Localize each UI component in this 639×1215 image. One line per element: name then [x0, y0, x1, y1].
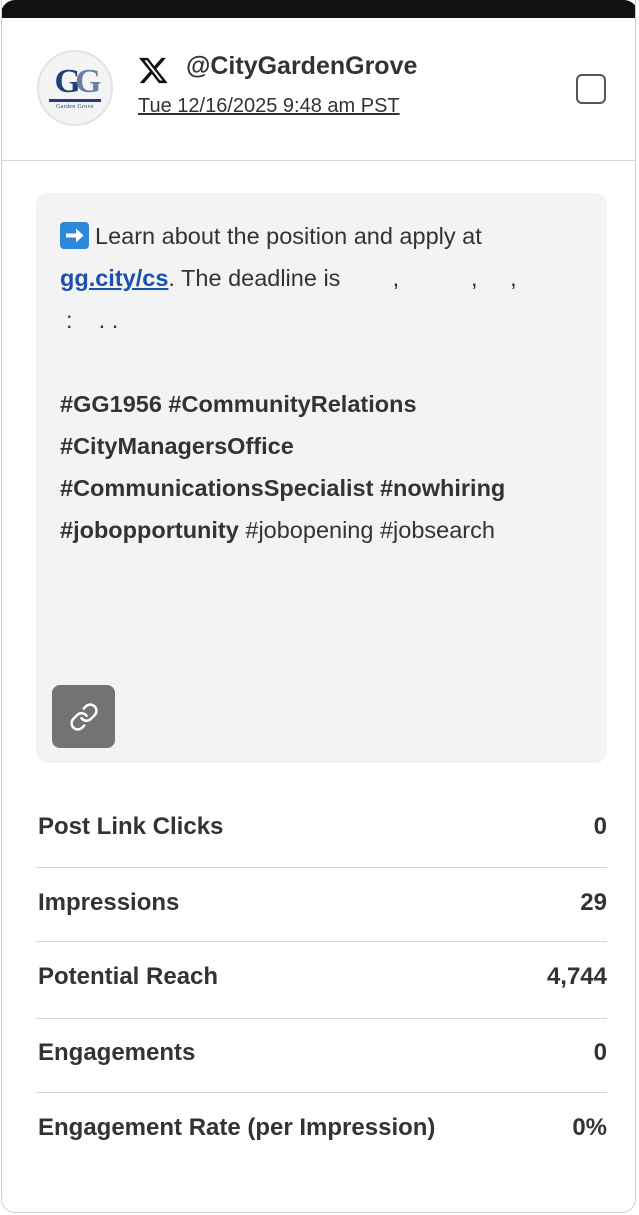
select-checkbox[interactable] [576, 74, 606, 104]
x-logo-icon [138, 57, 168, 84]
stat-row-impressions: Impressions 29 [36, 868, 607, 942]
stat-label: Impressions [38, 889, 180, 916]
post-link[interactable]: gg.city/cs [60, 265, 168, 291]
stat-value: 0 [593, 813, 607, 840]
open-link-button[interactable] [52, 685, 115, 748]
stat-label: Engagement Rate (per Impression) [38, 1114, 436, 1141]
stat-value: 0% [572, 1114, 607, 1141]
stat-label: Post Link Clicks [38, 813, 224, 840]
stat-label: Engagements [38, 1039, 196, 1066]
hashtags-line-1: #GG1956 #CommunityRelations [60, 391, 417, 417]
stat-row-engagements: Engagements 0 [36, 1019, 607, 1093]
stat-row-engagement-rate: Engagement Rate (per Impression) 0% [36, 1093, 607, 1167]
stat-value: 29 [580, 889, 607, 916]
stat-value: 0 [593, 1039, 607, 1066]
hashtags-line-4: #jobopportunity #jobopening #jobsearch [60, 509, 583, 551]
hashtags-line-2: #CityManagersOffice [60, 433, 294, 459]
post-line-2: gg.city/cs. The deadline is , , , [60, 257, 583, 299]
stat-value: 4,744 [546, 963, 607, 990]
post-stats: Post Link Clicks 0 Impressions 29 Potent… [36, 790, 607, 1167]
right-arrow-emoji-icon [60, 222, 89, 249]
post-card: GG Garden Grove @CityGardenGrove Tue 12/… [1, 0, 636, 1213]
post-timestamp-link[interactable]: Tue 12/16/2025 9:48 am PST [138, 95, 400, 118]
stat-label: Potential Reach [38, 963, 219, 990]
hashtags-plain: #jobopening #jobsearch [238, 517, 495, 543]
link-icon [69, 702, 98, 731]
stat-row-potential-reach: Potential Reach 4,744 [36, 942, 607, 1019]
avatar: GG Garden Grove [37, 50, 113, 126]
post-line-1: Learn about the position and apply at [60, 215, 583, 257]
avatar-subtext: Garden Grove [56, 103, 94, 110]
stat-row-link-clicks: Post Link Clicks 0 [36, 790, 607, 868]
post-text-deadline: . The deadline is , , , [168, 265, 517, 291]
hashtags-line-3: #CommunicationsSpecialist #nowhiring [60, 475, 506, 501]
avatar-logo: GG [54, 62, 102, 100]
post-text-line1: Learn about the position and apply at [95, 223, 482, 249]
post-line-3: : . . [66, 307, 119, 333]
card-top-bar [2, 0, 635, 18]
post-header: GG Garden Grove @CityGardenGrove Tue 12/… [2, 18, 635, 161]
hashtag-jobopportunity: #jobopportunity [60, 517, 239, 543]
post-content: Learn about the position and apply at gg… [36, 193, 607, 763]
account-handle[interactable]: @CityGardenGrove [186, 52, 417, 81]
